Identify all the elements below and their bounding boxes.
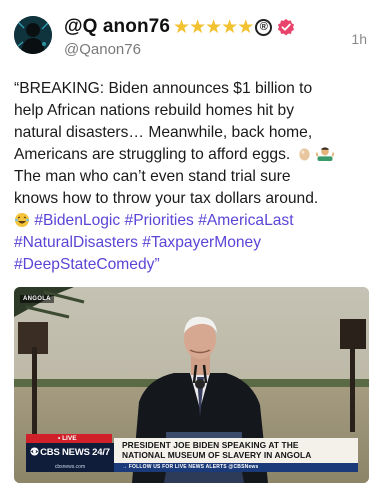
- news-headline: PRESIDENT JOE BIDEN SPEAKING AT THE NATI…: [114, 438, 358, 463]
- name-row: @Q anon76 ★ ★ ★ ★ ★ ®: [64, 14, 295, 40]
- news-lower-third: • LIVE CBS NEWS 24/7 PRESIDENT JOE BIDEN…: [26, 434, 358, 474]
- cbs-eye-icon: [30, 447, 39, 456]
- star-icon: ★: [221, 16, 239, 38]
- post-line: help African nations rebuild homes hit b…: [14, 102, 294, 119]
- location-label: ANGOLA: [20, 295, 54, 303]
- star-icon: ★: [173, 16, 191, 38]
- star-icon: ★: [189, 16, 207, 38]
- headline-line: PRESIDENT JOE BIDEN SPEAKING AT THE: [122, 440, 299, 450]
- post-line: Americans are struggling to afford eggs.: [14, 146, 291, 163]
- hashtag-link[interactable]: #TaxpayerMoney: [142, 234, 261, 251]
- verified-badge-icon: [278, 18, 295, 36]
- user-handle[interactable]: @Qanon76: [64, 41, 141, 58]
- network-url: cbsnews.com: [26, 463, 114, 472]
- hashtag-link[interactable]: #BidenLogic: [34, 212, 120, 229]
- display-name[interactable]: @Q anon76: [64, 16, 170, 38]
- hashtag-link[interactable]: #DeepStateComedy: [14, 256, 154, 273]
- shrug-emoji-icon: [315, 147, 335, 161]
- post-line: “BREAKING: Biden announces $1 billion to: [14, 80, 313, 97]
- avatar[interactable]: [14, 16, 52, 54]
- closing-quote: ”: [154, 256, 160, 273]
- hashtag-link[interactable]: #Priorities: [125, 212, 194, 229]
- star-icon: ★: [237, 16, 255, 38]
- post-timestamp[interactable]: 1h: [351, 31, 367, 47]
- registered-mark-icon: ®: [255, 18, 273, 36]
- headline-line: NATIONAL MUSEUM OF SLAVERY IN ANGOLA: [122, 450, 312, 460]
- star-rating: ★ ★ ★ ★ ★: [173, 16, 255, 38]
- post-line: The man who can’t even stand trial sure: [14, 168, 291, 185]
- laughing-emoji-icon: [15, 213, 29, 227]
- egg-emoji-icon: [298, 148, 310, 161]
- star-icon: ★: [205, 16, 223, 38]
- post-body: “BREAKING: Biden announces $1 billion to…: [14, 78, 370, 276]
- post-line: knows how to throw your tax dollars arou…: [14, 190, 319, 207]
- live-badge: • LIVE: [26, 434, 112, 443]
- post-video[interactable]: ANGOLA • LIVE CBS NEWS 24/7 PRESIDENT JO…: [14, 287, 369, 483]
- network-logo: CBS NEWS 24/7: [26, 443, 114, 463]
- network-name: CBS NEWS 24/7: [40, 447, 110, 458]
- hashtag-link[interactable]: #NaturalDisasters: [14, 234, 138, 251]
- post-line: natural disasters… Meanwhile, back home,: [14, 124, 313, 141]
- news-ticker: → FOLLOW US FOR LIVE NEWS ALERTS @CBSNew…: [114, 463, 358, 472]
- hashtag-link[interactable]: #AmericaLast: [198, 212, 293, 229]
